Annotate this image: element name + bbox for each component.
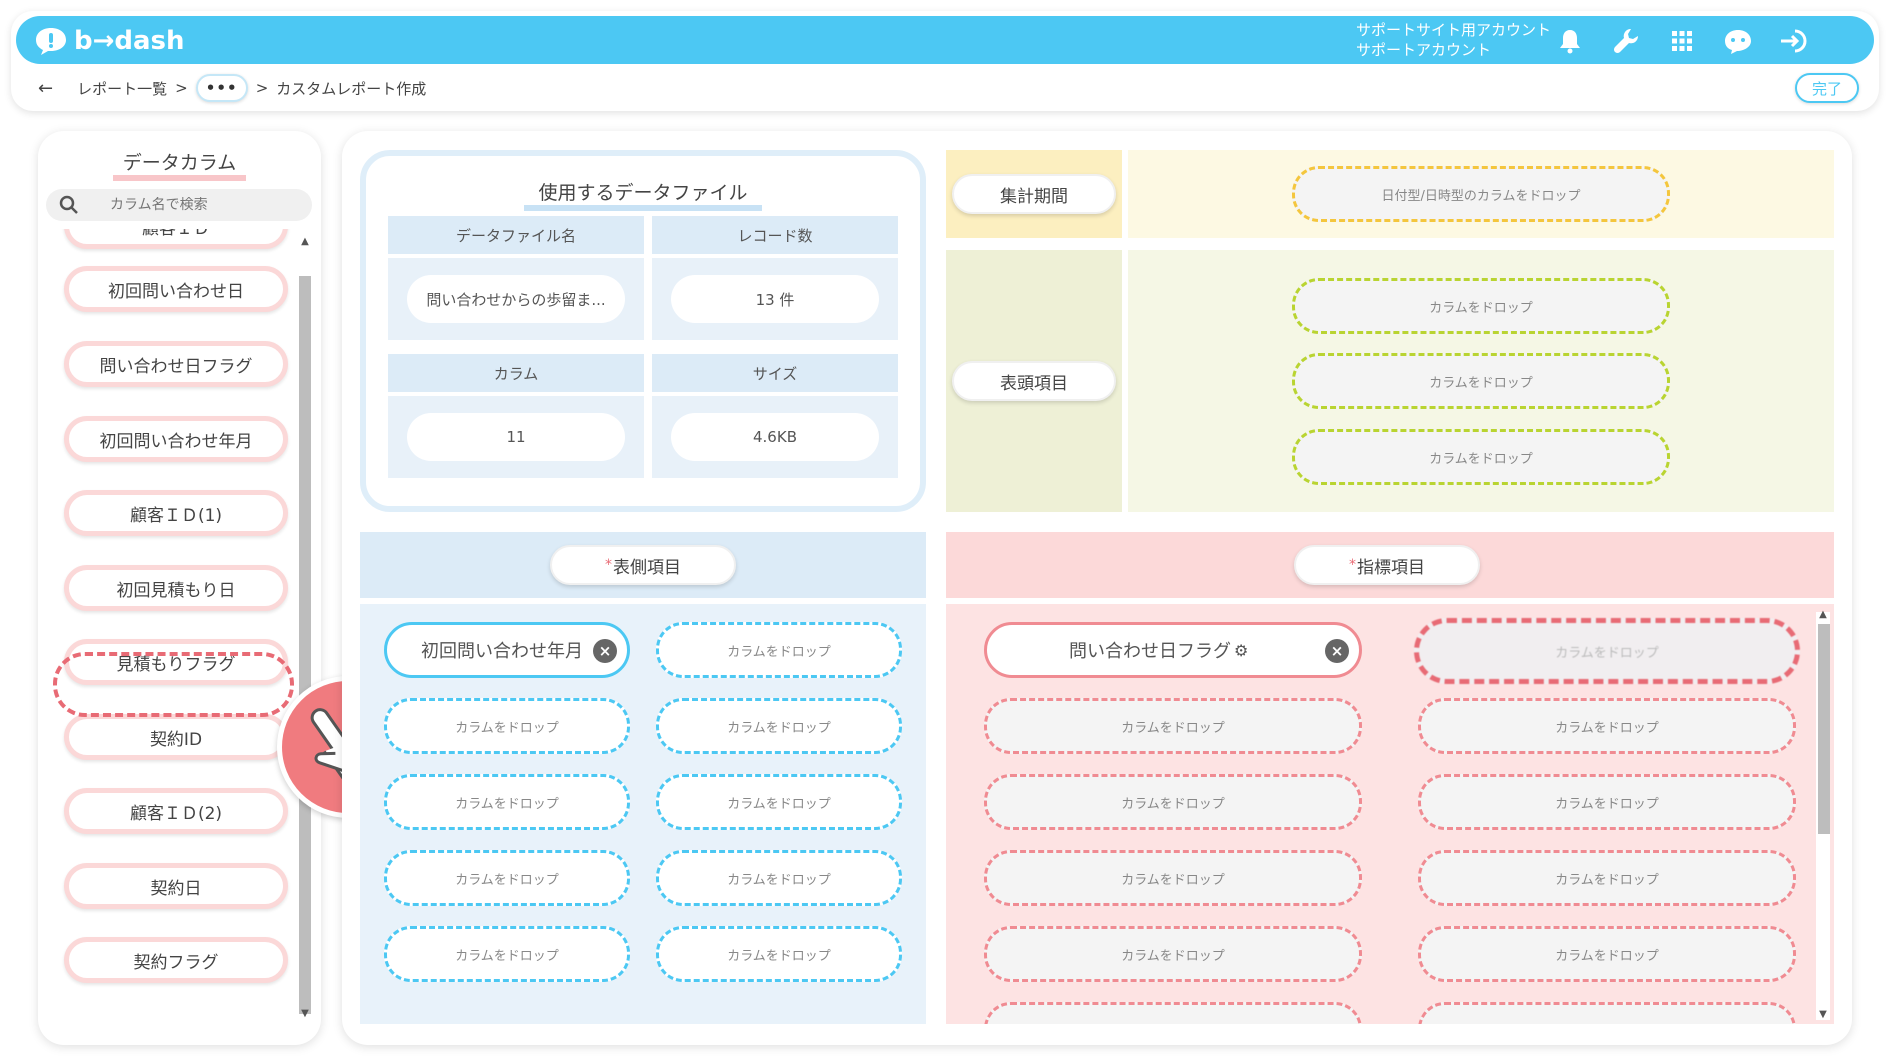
side-drop-zone[interactable]: カラムをドロップ [656, 850, 902, 906]
apps-grid-icon[interactable] [1664, 23, 1700, 59]
data-columns-panel: データカラム 顧客ＩＤ 初回問い合わせ日 問い合わせ日フラグ 初回問い合わせ年月… [38, 131, 321, 1045]
column-item[interactable]: 顧客ＩＤ(2) [64, 788, 288, 834]
app-logo[interactable]: b→dash [34, 25, 194, 57]
scroll-down-icon[interactable]: ▼ [1816, 1008, 1830, 1022]
column-search[interactable] [46, 189, 312, 221]
index-items-label: * 指標項目 [1294, 545, 1480, 585]
scroll-up-icon[interactable]: ▲ [1816, 608, 1830, 622]
breadcrumb-ellipsis-button[interactable]: ••• [195, 74, 248, 102]
column-item[interactable]: 初回問い合わせ日 [64, 266, 288, 312]
column-count-value: 11 [407, 413, 625, 461]
side-drop-zone[interactable]: カラムをドロップ [384, 926, 630, 982]
column-count-cell: 11 [388, 396, 644, 478]
column-item[interactable]: 初回問い合わせ年月 [64, 416, 288, 462]
remove-close-icon[interactable]: × [1325, 639, 1349, 663]
datafile-name-header: データファイル名 [388, 216, 644, 254]
index-drop-zone[interactable]: カラムをドロップ [1418, 698, 1796, 754]
index-items-header: * 指標項目 [946, 532, 1834, 598]
index-drop-zone[interactable]: カラムをドロップ [984, 1002, 1362, 1024]
index-drop-zone[interactable]: カラムをドロップ [1418, 926, 1796, 982]
gear-icon[interactable]: ⚙ [1234, 641, 1248, 660]
column-item[interactable]: 顧客ＩＤ [64, 229, 288, 249]
column-list: 顧客ＩＤ 初回問い合わせ日 問い合わせ日フラグ 初回問い合わせ年月 顧客ＩＤ(1… [38, 229, 294, 1029]
size-header: サイズ [652, 354, 898, 392]
size-cell: 4.6KB [652, 396, 898, 478]
side-drop-zone[interactable]: カラムをドロップ [656, 926, 902, 982]
search-icon [59, 195, 78, 214]
app-header: b→dash サポートサイト用アカウント サポートアカウント [16, 16, 1874, 64]
index-drop-zone[interactable]: カラムをドロップ [984, 774, 1362, 830]
record-count-cell: 13 件 [652, 258, 898, 340]
breadcrumb: ← レポート一覧 > ••• > カスタムレポート作成 [38, 74, 427, 102]
header-drop-zone[interactable]: カラムをドロップ [1292, 278, 1670, 334]
side-drop-zone[interactable]: カラムをドロップ [656, 622, 902, 678]
side-drop-zone[interactable]: カラムをドロップ [384, 850, 630, 906]
period-drop-area: 日付型/日時型のカラムをドロップ [1128, 150, 1834, 238]
back-arrow-icon[interactable]: ← [38, 78, 53, 99]
search-input[interactable] [110, 197, 290, 213]
datafile-name-cell: 問い合わせからの歩留ま... [388, 258, 644, 340]
record-count-value: 13 件 [671, 275, 879, 323]
index-drop-zone[interactable]: カラムをドロップ [1418, 850, 1796, 906]
header-items-drop-area: カラムをドロップ カラムをドロップ カラムをドロップ [1128, 250, 1834, 512]
header-items-label: 表頭項目 [952, 361, 1116, 401]
index-drop-target-highlight[interactable]: カラムをドロップ [1414, 618, 1800, 684]
column-item[interactable]: 契約日 [64, 863, 288, 909]
scrollbar-thumb[interactable] [299, 276, 311, 1014]
drag-highlight-outline [53, 652, 294, 717]
done-button[interactable]: 完了 [1795, 73, 1859, 103]
side-item-chip-label: 初回問い合わせ年月 [421, 641, 583, 662]
side-drop-zone[interactable]: カラムをドロップ [656, 774, 902, 830]
index-drop-zone[interactable]: カラムをドロップ [1418, 1002, 1796, 1024]
wrench-icon[interactable] [1608, 23, 1644, 59]
breadcrumb-separator: > [175, 79, 188, 97]
period-drop-zone[interactable]: 日付型/日時型のカラムをドロップ [1292, 166, 1670, 222]
side-drop-zone[interactable]: カラムをドロップ [384, 698, 630, 754]
side-items-header: * 表側項目 [360, 532, 926, 598]
column-item[interactable]: 契約ID [64, 714, 288, 760]
scroll-up-icon[interactable]: ▲ [298, 235, 312, 249]
chat-bot-icon[interactable] [1720, 23, 1756, 59]
breadcrumb-separator: > [255, 79, 269, 97]
side-drop-zone[interactable]: カラムをドロップ [384, 774, 630, 830]
index-item-chip[interactable]: 問い合わせ日フラグ ⚙ × [984, 622, 1362, 678]
remove-close-icon[interactable]: × [593, 639, 617, 663]
header-drop-zone[interactable]: カラムをドロップ [1292, 429, 1670, 485]
column-item[interactable]: 顧客ＩＤ(1) [64, 490, 288, 536]
index-drop-zone[interactable]: カラムをドロップ [1418, 774, 1796, 830]
header-drop-zone[interactable]: カラムをドロップ [1292, 353, 1670, 409]
logo-text: b→dash [74, 26, 185, 56]
column-item[interactable]: 契約フラグ [64, 937, 288, 983]
datafile-title: 使用するデータファイル [366, 178, 920, 211]
account-info[interactable]: サポートサイト用アカウント サポートアカウント [1356, 20, 1551, 60]
scroll-down-icon[interactable]: ▼ [298, 1007, 312, 1021]
index-item-chip-label: 問い合わせ日フラグ [1069, 641, 1231, 662]
account-line2: サポートアカウント [1356, 41, 1492, 59]
breadcrumb-current: カスタムレポート作成 [276, 79, 427, 98]
record-count-header: レコード数 [652, 216, 898, 254]
scrollbar-thumb[interactable] [1818, 624, 1830, 834]
datafile-card: 使用するデータファイル データファイル名 レコード数 問い合わせからの歩留ま..… [360, 150, 926, 512]
bell-icon[interactable] [1552, 23, 1588, 59]
index-drop-zone[interactable]: カラムをドロップ [984, 698, 1362, 754]
side-items-label: * 表側項目 [550, 545, 736, 585]
breadcrumb-report-list[interactable]: レポート一覧 [77, 78, 167, 99]
column-item[interactable]: 初回見積もり日 [64, 565, 288, 611]
column-item[interactable]: 問い合わせ日フラグ [64, 341, 288, 387]
index-drop-zone[interactable]: カラムをドロップ [984, 850, 1362, 906]
datafile-name-value[interactable]: 問い合わせからの歩留ま... [407, 275, 625, 323]
period-section-label: 集計期間 [946, 150, 1122, 238]
header-items-section-label: 表頭項目 [946, 250, 1122, 512]
logout-icon[interactable] [1776, 23, 1812, 59]
logo-bubble-icon [36, 28, 66, 55]
index-drop-zone[interactable]: カラムをドロップ [984, 926, 1362, 982]
column-count-header: カラム [388, 354, 644, 392]
panel-title: データカラム [38, 148, 321, 181]
side-item-chip[interactable]: 初回問い合わせ年月 × [384, 622, 630, 678]
period-label: 集計期間 [952, 174, 1116, 214]
side-drop-zone[interactable]: カラムをドロップ [656, 698, 902, 754]
account-line1: サポートサイト用アカウント [1356, 21, 1552, 39]
size-value: 4.6KB [671, 413, 879, 461]
side-items-drop-area: 初回問い合わせ年月 × カラムをドロップ カラムをドロップ カラムをドロップ カ… [360, 604, 926, 1024]
